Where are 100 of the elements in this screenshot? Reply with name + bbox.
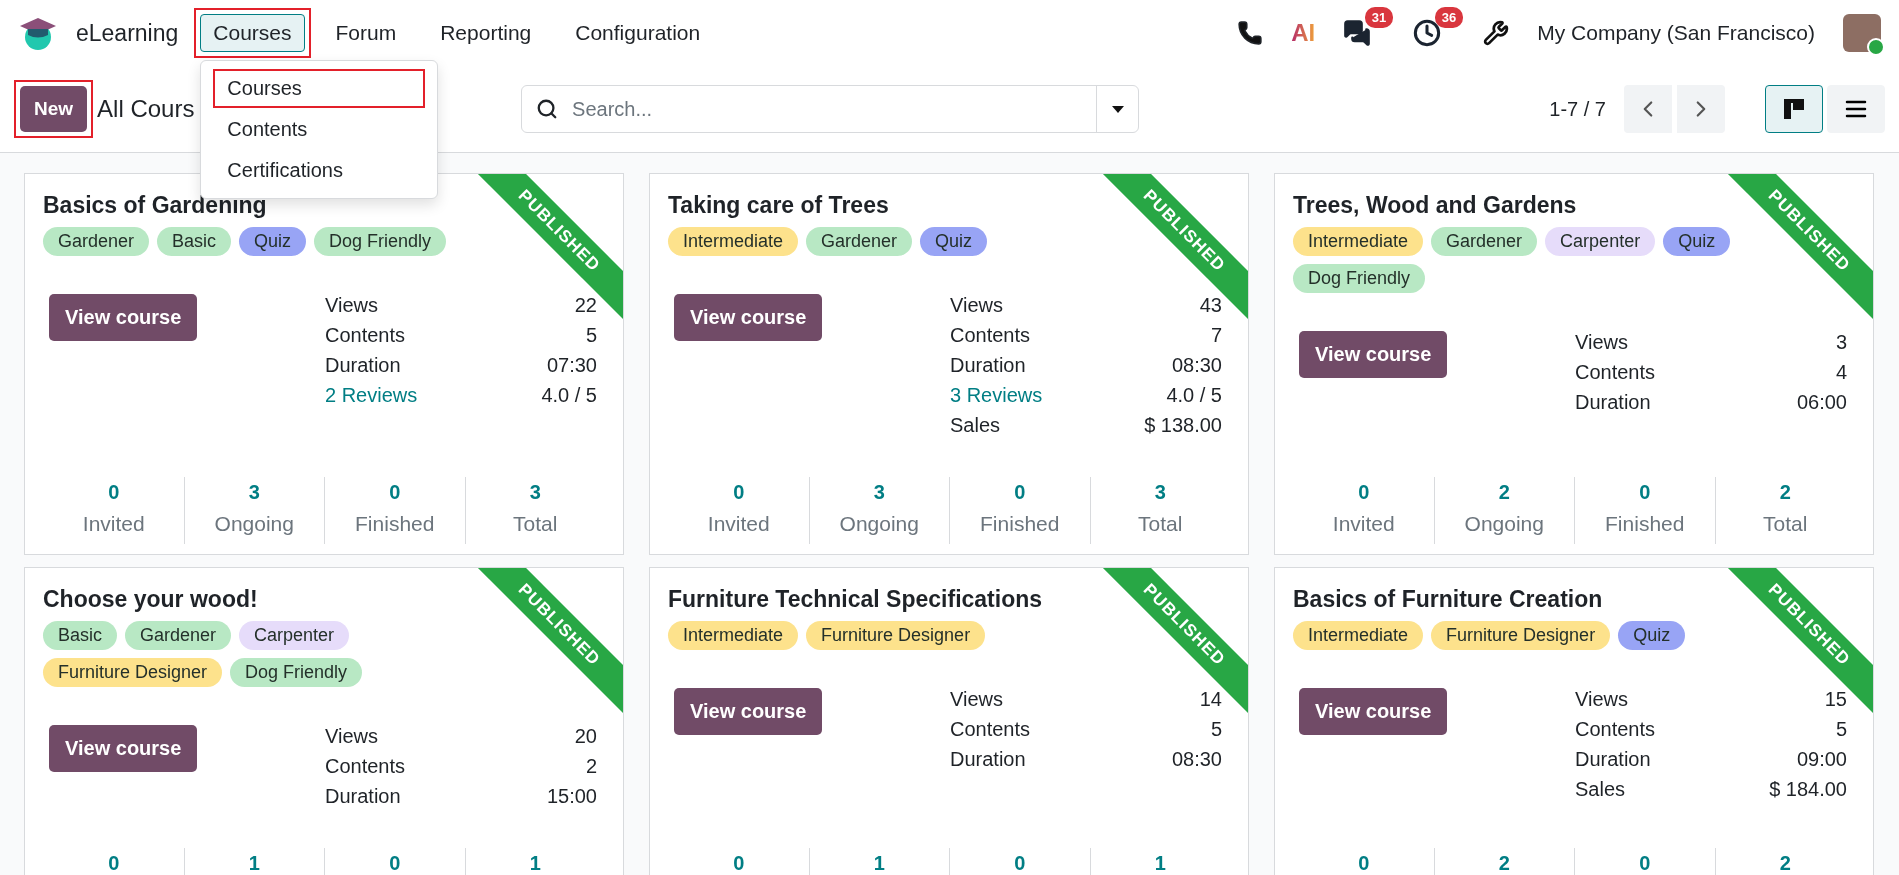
counter-value[interactable]: 3 — [873, 481, 885, 504]
pager-value[interactable]: 1-7 / 7 — [1549, 97, 1606, 121]
stat-value: 06:00 — [1796, 391, 1847, 414]
view-switch-button[interactable] — [1765, 85, 1823, 133]
counter-value[interactable]: 1 — [529, 852, 541, 875]
view-course-button[interactable]: View course — [674, 294, 823, 341]
phone-icon[interactable] — [1237, 20, 1264, 46]
counter-label: Invited — [707, 512, 770, 536]
company-name[interactable]: My Company (San Francisco) — [1537, 21, 1815, 45]
counter-value[interactable]: 0 — [1358, 481, 1370, 504]
counter-value[interactable]: 0 — [733, 481, 745, 504]
counter-value[interactable]: 3 — [1154, 481, 1166, 504]
course-title: Trees, Wood and Gardens — [1293, 192, 1578, 219]
stat-label: Contents — [1575, 718, 1657, 741]
stat-label: Views — [325, 294, 379, 317]
counter-value[interactable]: 0 — [733, 852, 745, 875]
stat-label: Sales — [1575, 778, 1627, 801]
view-course-button[interactable]: View course — [674, 688, 823, 735]
stat-value: 15 — [1823, 688, 1847, 711]
tag: Intermediate — [668, 621, 799, 650]
tag: Quiz — [1618, 621, 1686, 650]
tag: Quiz — [239, 227, 307, 256]
stat-value: 08:30 — [1171, 748, 1222, 771]
stat-value: 07:30 — [545, 354, 597, 377]
counter-value[interactable]: 3 — [529, 481, 541, 504]
tag: Gardener — [806, 227, 913, 256]
menu-item[interactable]: Courses — [200, 14, 305, 52]
stat-label: Sales — [950, 414, 1002, 437]
stat-label: Duration — [950, 748, 1027, 771]
counter-label: Ongoing — [839, 512, 919, 536]
tag: Dog Friendly — [230, 658, 363, 687]
tag: Furniture Designer — [806, 621, 986, 650]
counter-value[interactable]: 1 — [248, 852, 260, 875]
stat-value: $ 138.00 — [1144, 414, 1222, 437]
chat-icon[interactable] — [1343, 19, 1372, 47]
counter-value[interactable]: 2 — [1779, 852, 1791, 875]
view-course-button[interactable]: View course — [49, 294, 198, 341]
stat-value: $ 184.00 — [1769, 778, 1847, 801]
tag: Intermediate — [1293, 227, 1424, 256]
stat-label: Duration — [325, 785, 402, 808]
avatar-placeholder[interactable] — [1843, 14, 1881, 52]
stat-label: Views — [325, 725, 379, 748]
counter-value[interactable]: 2 — [1498, 852, 1510, 875]
app-name[interactable]: eLearning — [76, 19, 179, 47]
counter-value[interactable]: 0 — [389, 481, 401, 504]
counter-value[interactable]: 1 — [1154, 852, 1166, 875]
counter-value[interactable]: 0 — [1014, 852, 1026, 875]
caret-icon — [1111, 105, 1124, 113]
page-title: All Cours — [97, 95, 196, 123]
menu-item[interactable]: Forum — [322, 14, 410, 52]
stat-label: Duration — [1575, 748, 1652, 771]
counter-label: Total — [1763, 512, 1808, 536]
stat-label: Views — [1575, 688, 1629, 711]
counter-value[interactable]: 0 — [1639, 852, 1651, 875]
view-course-button[interactable]: View course — [49, 725, 198, 772]
reviews-link[interactable]: 3 Reviews — [950, 384, 1145, 407]
reviews-link[interactable]: 2 Reviews — [325, 384, 542, 407]
menu-item[interactable]: Configuration — [562, 14, 714, 52]
search-input[interactable]: Search... — [570, 96, 1097, 122]
counter-label: Invited — [1332, 512, 1395, 536]
menu-item[interactable]: Reporting — [427, 14, 545, 52]
counter-value[interactable]: 0 — [1358, 852, 1370, 875]
counter-label: Total — [513, 512, 558, 536]
tag: Dog Friendly — [1293, 264, 1426, 293]
dropdown-item[interactable]: Contents — [215, 112, 424, 147]
tools-icon[interactable] — [1483, 20, 1510, 46]
view-course-button[interactable]: View course — [1299, 331, 1448, 378]
view-course-button[interactable]: View course — [1299, 688, 1448, 735]
stat-label: Views — [950, 688, 1004, 711]
search-bar[interactable]: Search... — [521, 85, 1140, 133]
stat-value: 3 — [1834, 331, 1847, 354]
counter-value[interactable]: 0 — [389, 852, 401, 875]
tag: Carpenter — [1545, 227, 1656, 256]
kanban-icon — [1783, 98, 1805, 120]
counter-value[interactable]: 2 — [1779, 481, 1791, 504]
stat-value: 09:00 — [1795, 748, 1847, 771]
tag: Quiz — [920, 227, 988, 256]
counter-value[interactable]: 0 — [1639, 481, 1651, 504]
stat-label: Contents — [325, 755, 407, 778]
stat-value: 7 — [1209, 324, 1222, 347]
course-title: Basics of Furniture Creation — [1293, 586, 1604, 613]
search-icon — [536, 98, 559, 120]
stat-label: Duration — [1575, 391, 1652, 414]
counter-value[interactable]: 0 — [1014, 481, 1026, 504]
course-title: Basics of Gardening — [43, 192, 268, 219]
course-title: Taking care of Trees — [668, 192, 890, 219]
stat-value: 5 — [1834, 718, 1847, 741]
stat-value: 2 — [584, 755, 597, 778]
stat-value: 15:00 — [546, 785, 597, 808]
counter-value[interactable]: 2 — [1498, 481, 1510, 504]
counter-value[interactable]: 0 — [108, 852, 120, 875]
clock-icon[interactable] — [1413, 19, 1442, 47]
counter-value[interactable]: 0 — [108, 481, 120, 504]
stat-label: Contents — [950, 324, 1032, 347]
tag: Dog Friendly — [314, 227, 447, 256]
counter-value[interactable]: 1 — [873, 852, 885, 875]
dropdown-item[interactable]: Courses — [215, 71, 424, 106]
new-button[interactable]: New — [20, 86, 88, 132]
tag: Intermediate — [1293, 621, 1424, 650]
counter-value[interactable]: 3 — [248, 481, 260, 504]
